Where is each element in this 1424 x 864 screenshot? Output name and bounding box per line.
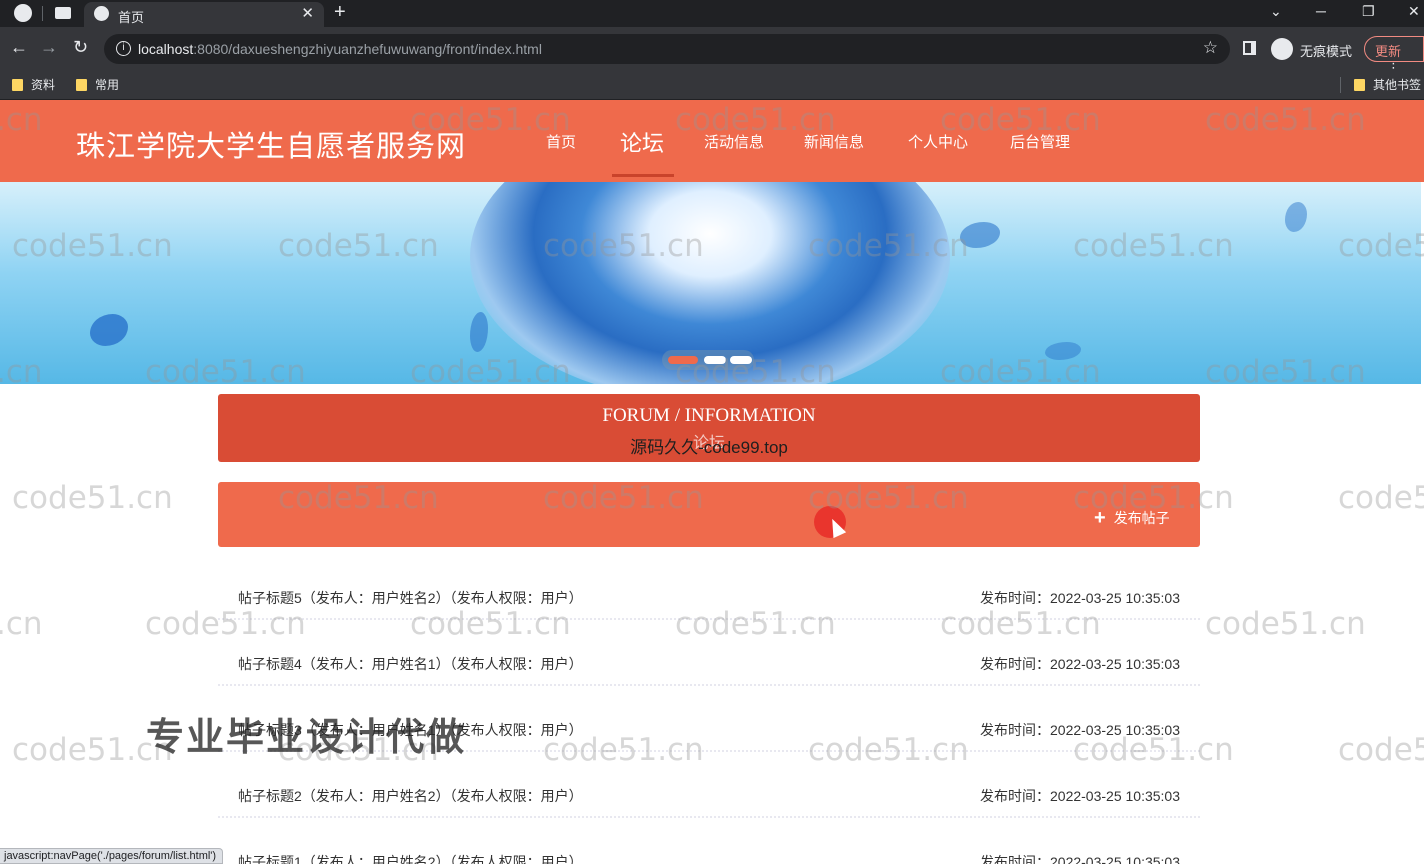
nav-active-underline [612, 174, 674, 177]
nav-home[interactable]: 首页 [546, 131, 576, 152]
carousel-dot-3[interactable] [730, 356, 752, 364]
post-title[interactable]: 帖子标题2（发布人：用户姓名2）（发布人权限：用户） [238, 786, 583, 806]
nav-activities[interactable]: 活动信息 [704, 131, 764, 152]
publish-post-label: 发布帖子 [1113, 510, 1170, 526]
folder-icon [12, 78, 23, 91]
browser-globe-icon[interactable] [14, 4, 32, 22]
address-bar[interactable]: i localhost:8080/daxueshengzhiyuanzhefuw… [104, 34, 1230, 64]
nav-profile[interactable]: 个人中心 [908, 131, 968, 152]
tab-title: 首页 [118, 10, 145, 25]
nav-forum[interactable]: 论坛 [620, 126, 664, 158]
bookmark-separator [1340, 77, 1341, 93]
browser-tab-strip: 首页 ✕ + ⌄ ─ ❐ ✕ [0, 0, 1424, 27]
bookmark-folder-ziliao[interactable]: 资料 [12, 76, 55, 93]
carousel-indicators [662, 350, 754, 370]
petal-image [90, 314, 128, 346]
globe-icon [94, 6, 109, 21]
watermark: code5 [1338, 480, 1424, 516]
post-title[interactable]: 帖子标题1（发布人：用户姓名2）（发布人权限：用户） [238, 852, 583, 864]
bookmark-label: 资料 [31, 78, 56, 92]
post-time: 发布时间：2022-03-25 10:35:03 [980, 656, 1180, 672]
tab-close-icon[interactable]: ✕ [301, 4, 314, 22]
forum-heading-en: FORUM / INFORMATION [602, 405, 816, 426]
tab-overview-icon[interactable] [55, 7, 71, 19]
carousel-dot-1[interactable] [668, 356, 698, 364]
update-button[interactable]: 更新 ⋮ [1364, 36, 1424, 75]
new-tab-button[interactable]: + [334, 1, 346, 24]
forum-action-bar: + 发布帖子 [218, 482, 1200, 547]
window-close-button[interactable]: ✕ [1408, 3, 1420, 20]
publish-post-button[interactable]: + 发布帖子 [1094, 508, 1170, 528]
watermark: .cn [0, 606, 43, 642]
inline-watermark: 源码久久-code99.top [630, 438, 788, 457]
plus-icon: + [1094, 507, 1106, 529]
incognito-label[interactable]: 无痕模式 [1300, 41, 1352, 60]
site-header: 珠江学院大学生自愿者服务网 首页 论坛 活动信息 新闻信息 个人中心 后台管理 [0, 100, 1424, 182]
petal-image [470, 312, 488, 352]
site-info-icon[interactable]: i [116, 41, 131, 56]
watermark: code51.cn [12, 480, 173, 516]
post-time: 发布时间：2022-03-25 10:35:03 [980, 722, 1180, 738]
tab-home[interactable]: 首页 ✕ [84, 2, 324, 27]
side-panel-icon[interactable] [1243, 41, 1256, 55]
banner-carousel[interactable] [0, 182, 1421, 384]
post-time: 发布时间：2022-03-25 10:35:03 [980, 590, 1180, 606]
reload-icon[interactable]: ↻ [73, 37, 88, 58]
post-title[interactable]: 帖子标题5（发布人：用户姓名2）（发布人权限：用户） [238, 588, 583, 608]
update-label: 更新 [1375, 44, 1402, 59]
post-row[interactable]: 帖子标题4（发布人：用户姓名1）（发布人权限：用户） 发布时间：2022-03-… [218, 646, 1200, 686]
tab-separator [42, 6, 43, 21]
nav-news[interactable]: 新闻信息 [804, 131, 864, 152]
carousel-dot-2[interactable] [704, 356, 726, 364]
bookmark-label: 常用 [95, 78, 120, 92]
bookmarks-bar: 资料 常用 其他书签 [0, 71, 1424, 100]
browser-status-bar: javascript:navPage('./pages/forum/list.h… [0, 848, 224, 864]
incognito-icon[interactable] [1271, 38, 1293, 60]
forum-heading: FORUM / INFORMATION 论坛 源码久久-code99.top [218, 394, 1200, 462]
restore-button[interactable]: ❐ [1362, 3, 1375, 20]
post-row[interactable]: 帖子标题5（发布人：用户姓名2）（发布人权限：用户） 发布时间：2022-03-… [218, 580, 1200, 620]
folder-icon [1354, 78, 1365, 91]
minimize-button[interactable]: ─ [1316, 3, 1326, 19]
nav-admin[interactable]: 后台管理 [1010, 131, 1070, 152]
post-title[interactable]: 帖子标题4（发布人：用户姓名1）（发布人权限：用户） [238, 654, 583, 674]
other-bookmarks[interactable]: 其他书签 [1354, 76, 1421, 93]
petal-image [1285, 202, 1307, 232]
post-row[interactable]: 帖子标题1（发布人：用户姓名2）（发布人权限：用户） 发布时间：2022-03-… [218, 844, 1200, 864]
post-row[interactable]: 帖子标题2（发布人：用户姓名2）（发布人权限：用户） 发布时间：2022-03-… [218, 778, 1200, 818]
petal-image [1045, 342, 1081, 360]
promo-watermark: 专业毕业设计代做 [146, 717, 467, 759]
tab-search-chevron-icon[interactable]: ⌄ [1270, 3, 1282, 20]
bookmark-folder-changyong[interactable]: 常用 [76, 76, 119, 93]
url-path: :8080/daxueshengzhiyuanzhefuwuwang/front… [193, 41, 542, 57]
folder-icon [76, 78, 87, 91]
post-time: 发布时间：2022-03-25 10:35:03 [980, 788, 1180, 804]
bookmark-star-icon[interactable]: ☆ [1203, 38, 1218, 58]
watermark: code51.cn [1205, 606, 1366, 642]
browser-toolbar: ← → ↻ i localhost:8080/daxueshengzhiyuan… [0, 27, 1424, 75]
petal-image [960, 222, 1000, 248]
url-host: localhost [138, 41, 194, 57]
other-bookmarks-label: 其他书签 [1373, 78, 1422, 92]
site-title: 珠江学院大学生自愿者服务网 [76, 131, 467, 163]
post-time: 发布时间：2022-03-25 10:35:03 [980, 854, 1180, 864]
forward-arrow-icon[interactable]: → [40, 37, 58, 58]
watermark: code5 [1338, 732, 1424, 768]
url-text[interactable]: localhost:8080/daxueshengzhiyuanzhefuwuw… [138, 41, 542, 57]
back-arrow-icon[interactable]: ← [10, 37, 28, 58]
